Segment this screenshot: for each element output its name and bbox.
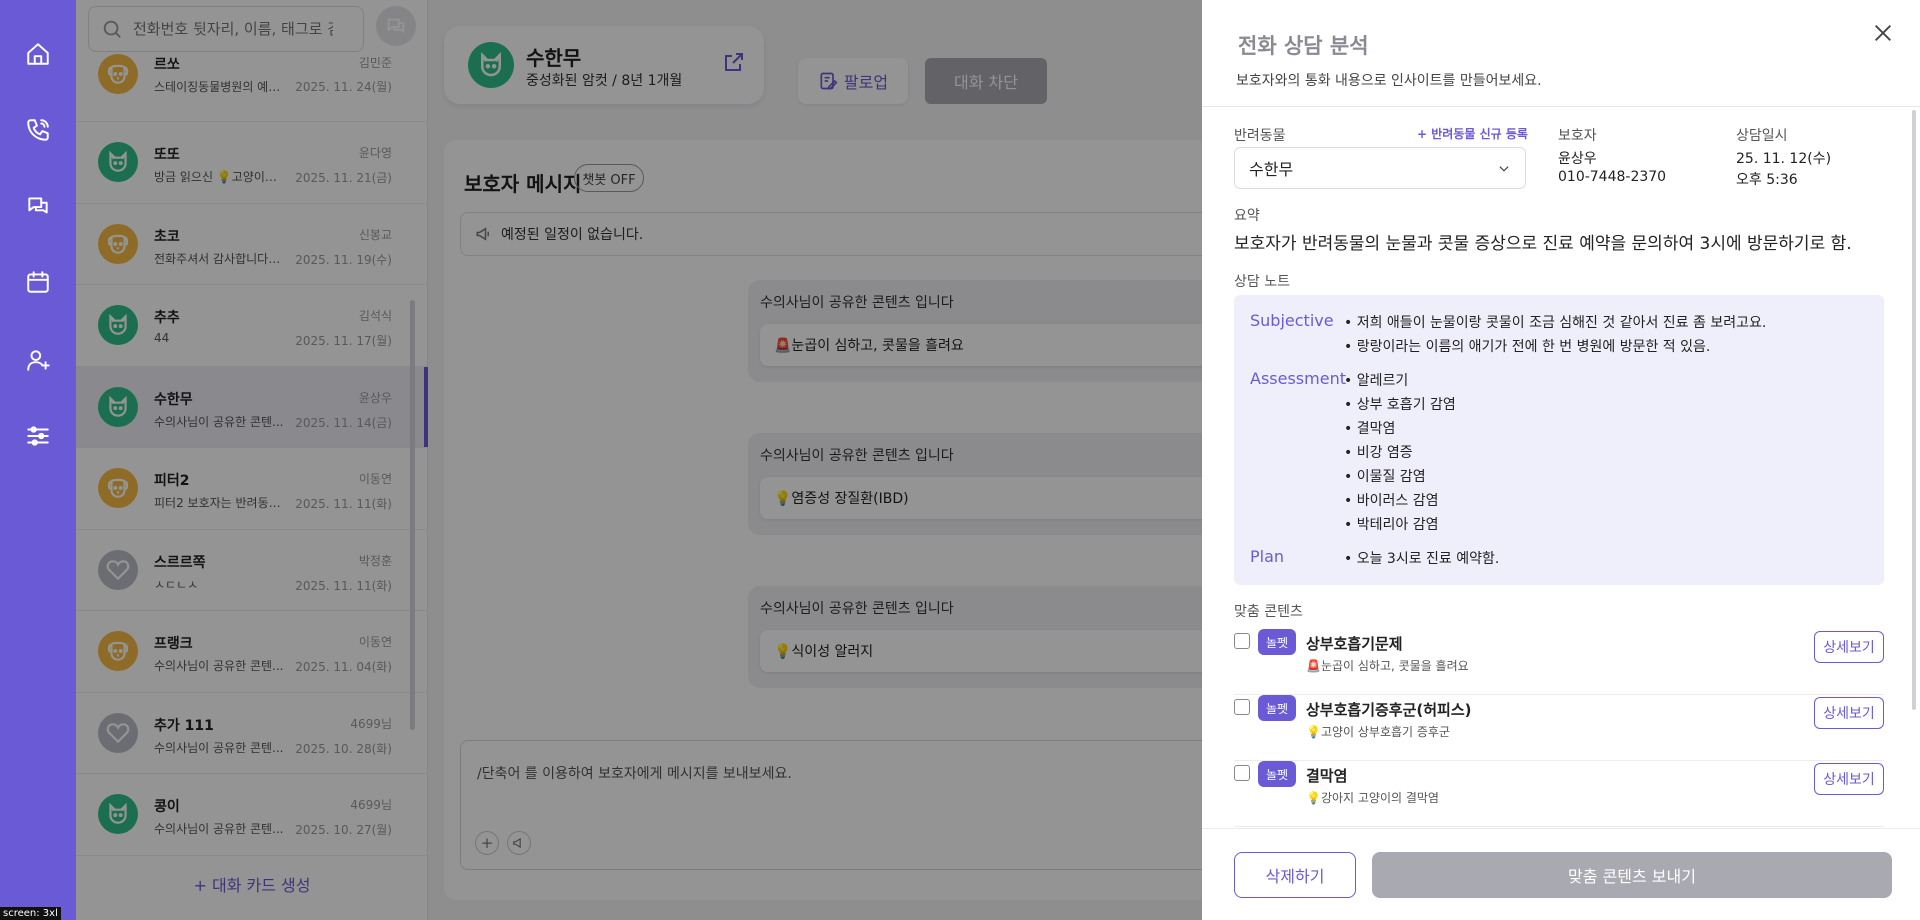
pet-select-value: 수한무: [1249, 160, 1294, 179]
content-badge: 놀펫: [1258, 695, 1296, 721]
content-title: 결막염: [1306, 767, 1348, 785]
guardian-label: 보호자: [1558, 128, 1597, 144]
drawer-scrollbar[interactable]: [1912, 110, 1916, 710]
guardian-name: 윤상우: [1558, 151, 1597, 167]
consult-date: 25. 11. 12(수): [1736, 151, 1832, 167]
content-badge: 놀펫: [1258, 629, 1296, 655]
add-user-icon[interactable]: [22, 344, 54, 376]
subjective-label: Subjective: [1250, 311, 1334, 330]
home-icon[interactable]: [22, 38, 54, 70]
plan-list: 오늘 3시로 진료 예약함.: [1344, 547, 1500, 571]
guardian-phone: 010-7448-2370: [1558, 169, 1667, 185]
content-badge: 놀펫: [1258, 761, 1296, 787]
drawer-body: 반려동물 + 반려동물 신규 등록 수한무 보호자 윤상우 010-7448-2…: [1202, 107, 1920, 827]
nav-rail: [0, 0, 76, 920]
contents-label: 맞춤 콘텐츠: [1234, 604, 1303, 620]
screen-size-tag: screen: 3xl: [0, 907, 61, 920]
summary-label: 요약: [1234, 208, 1260, 224]
modal-backdrop[interactable]: [76, 0, 1202, 920]
content-subtitle: 🚨눈곱이 심하고, 콧물을 흘려요: [1306, 659, 1469, 673]
call-analysis-drawer: 전화 상담 분석 보호자와의 통화 내용으로 인사이트를 만들어보세요. 반려동…: [1202, 0, 1920, 920]
note-item: 랑랑이라는 이름의 애기가 전에 한 번 병원에 방문한 적 있음.: [1344, 335, 1766, 359]
detail-button[interactable]: 상세보기: [1814, 763, 1884, 795]
note-item: 박테리아 감염: [1344, 513, 1456, 537]
add-pet-link[interactable]: + 반려동물 신규 등록: [1417, 125, 1528, 142]
settings-sliders-icon[interactable]: [22, 420, 54, 452]
subjective-list: 저희 애들이 눈물이랑 콧물이 조금 심해진 것 같아서 진료 좀 보려고요. …: [1344, 311, 1767, 359]
content-checkbox[interactable]: [1234, 765, 1250, 781]
drawer-subtitle: 보호자와의 통화 내용으로 인사이트를 만들어보세요.: [1236, 73, 1542, 89]
content-subtitle: 💡강아지 고양이의 결막염: [1306, 791, 1439, 805]
content-subtitle: 💡고양이 상부호흡기 증후군: [1306, 725, 1451, 739]
note-item: 결막염: [1344, 417, 1456, 441]
pet-select[interactable]: 수한무: [1234, 147, 1526, 189]
assessment-list: 알레르기 상부 호흡기 감염 결막염 비강 염증 이물질 감염 바이러스 감염 …: [1344, 369, 1456, 537]
summary-text: 보호자가 반려동물의 눈물과 콧물 증상으로 진료 예약을 문의하여 3시에 방…: [1234, 234, 1852, 254]
notes-label: 상담 노트: [1234, 274, 1290, 290]
close-icon[interactable]: [1872, 22, 1898, 48]
note-item: 비강 염증: [1344, 441, 1456, 465]
drawer-footer: 삭제하기 맞춤 콘텐츠 보내기: [1202, 828, 1920, 920]
detail-button[interactable]: 상세보기: [1814, 697, 1884, 729]
detail-button[interactable]: 상세보기: [1814, 631, 1884, 663]
chat-icon[interactable]: [22, 190, 54, 222]
note-item: 이물질 감염: [1344, 465, 1456, 489]
note-item: 알레르기: [1344, 369, 1456, 393]
content-row: 놀펫 상부호흡기증후군(허피스) 💡고양이 상부호흡기 증후군 상세보기: [1234, 695, 1884, 761]
content-checkbox[interactable]: [1234, 699, 1250, 715]
pet-label: 반려동물: [1234, 128, 1286, 144]
content-row: 놀펫 결막염 💡강아지 고양이의 결막염 상세보기: [1234, 761, 1884, 827]
assessment-label: Assessment: [1250, 369, 1346, 388]
plan-label: Plan: [1250, 547, 1285, 566]
content-checkbox[interactable]: [1234, 633, 1250, 649]
calendar-icon[interactable]: [22, 266, 54, 298]
datetime-label: 상담일시: [1736, 128, 1788, 144]
note-item: 저희 애들이 눈물이랑 콧물이 조금 심해진 것 같아서 진료 좀 보려고요.: [1344, 311, 1767, 335]
phone-icon[interactable]: [22, 114, 54, 146]
delete-button[interactable]: 삭제하기: [1234, 852, 1356, 898]
drawer-title: 전화 상담 분석: [1238, 34, 1369, 58]
chevron-down-icon: [1499, 166, 1509, 172]
note-item: 오늘 3시로 진료 예약함.: [1344, 547, 1500, 571]
consult-notes: Subjective 저희 애들이 눈물이랑 콧물이 조금 심해진 것 같아서 …: [1234, 295, 1884, 585]
content-row: 놀펫 상부호흡기문제 🚨눈곱이 심하고, 콧물을 흘려요 상세보기: [1234, 629, 1884, 695]
content-title: 상부호흡기문제: [1306, 635, 1403, 653]
send-contents-button[interactable]: 맞춤 콘텐츠 보내기: [1372, 852, 1892, 898]
consult-time: 오후 5:36: [1736, 172, 1798, 188]
note-item: 상부 호흡기 감염: [1344, 393, 1456, 417]
content-title: 상부호흡기증후군(허피스): [1306, 701, 1472, 719]
note-item: 바이러스 감염: [1344, 489, 1456, 513]
